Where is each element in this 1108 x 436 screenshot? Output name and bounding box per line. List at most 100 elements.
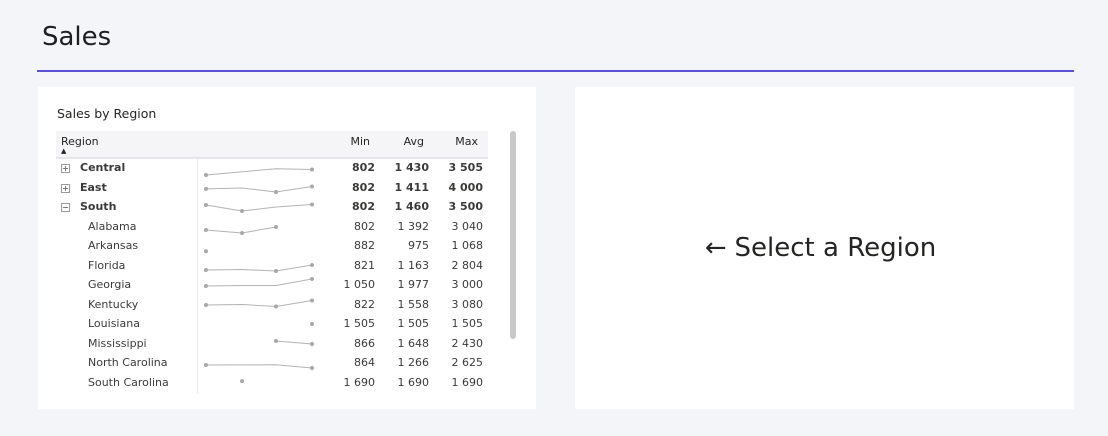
row-avg-value: 1 690	[397, 375, 430, 389]
row-sparkline	[204, 363, 314, 370]
column-header-max[interactable]: Max	[455, 135, 478, 148]
row-avg-value: 1 392	[397, 219, 430, 233]
row-sparkline	[274, 338, 314, 346]
sparkline-marker	[240, 230, 244, 235]
row-max-value: 3 000	[451, 278, 484, 291]
row-min-value: 821	[354, 258, 375, 272]
row-region-label: Arkansas	[88, 239, 139, 252]
sparkline-marker	[204, 249, 208, 254]
row-avg-value: 1 977	[397, 278, 430, 291]
row-sparkline	[204, 277, 314, 288]
expand-icon[interactable]	[61, 164, 70, 173]
sparkline-marker	[204, 173, 208, 177]
sort-ascending-icon: ▲	[61, 147, 67, 155]
row-avg-value: 1 460	[394, 200, 429, 213]
sparkline-marker	[204, 284, 208, 288]
row-sparkline	[204, 224, 278, 235]
row-region-label: Georgia	[88, 278, 132, 291]
sparkline-marker	[204, 203, 208, 207]
sparkline-marker	[204, 267, 208, 272]
sparkline-marker	[274, 268, 278, 273]
sparkline-marker	[240, 378, 244, 383]
row-max-value: 4 000	[448, 180, 483, 194]
row-sparkline	[204, 298, 314, 308]
table-row[interactable]: Georgia 1 050 1 977 3 000	[56, 276, 488, 296]
row-region-label: South	[80, 200, 117, 213]
row-region-label: East	[80, 180, 107, 194]
select-region-placeholder: ← Select a Region	[575, 87, 1074, 409]
column-header-avg[interactable]: Avg	[404, 135, 424, 148]
row-sparkline	[204, 184, 314, 194]
column-header-region[interactable]: Region	[61, 135, 99, 148]
page-title: Sales	[42, 22, 112, 52]
table-row[interactable]: Arkansas 882 975 1 068	[56, 237, 488, 257]
row-avg-value: 975	[408, 239, 429, 252]
sparkline-marker	[310, 366, 314, 370]
row-max-value: 1 690	[451, 375, 484, 389]
sparkline-marker	[204, 363, 208, 367]
row-min-value: 802	[354, 219, 375, 233]
table-row[interactable]: South Carolina 1 690 1 690 1 690	[56, 374, 488, 394]
row-min-value: 1 690	[343, 375, 376, 389]
sales-by-region-card[interactable]: Sales by Region Region ▲ Min Avg Max Cen…	[38, 87, 536, 409]
row-region-label: Mississippi	[88, 336, 147, 350]
sparkline-marker	[310, 262, 314, 267]
row-region-label: North Carolina	[88, 356, 168, 369]
sparkline-marker	[274, 304, 278, 308]
row-region-label: Alabama	[88, 219, 137, 233]
table-row[interactable]: South 802 1 460 3 500	[56, 198, 488, 218]
table-row[interactable]: Kentucky 822 1 558 3 080	[56, 296, 488, 316]
sparkline-marker	[310, 322, 314, 326]
title-rule	[37, 70, 1074, 72]
visual-title: Sales by Region	[57, 106, 157, 121]
sparkline-marker	[310, 277, 314, 281]
collapse-icon[interactable]	[61, 203, 70, 212]
row-region-label: Kentucky	[88, 297, 139, 311]
row-sparkline	[310, 322, 314, 326]
row-region-label: Florida	[88, 258, 126, 272]
row-sparkline	[204, 167, 314, 177]
row-min-value: 864	[354, 356, 375, 369]
row-max-value: 3 040	[451, 219, 484, 233]
table-row[interactable]: East 802 1 411 4 000	[56, 179, 488, 199]
table-row[interactable]: Alabama 802 1 392 3 040	[56, 218, 488, 238]
sparkline-marker	[274, 189, 278, 194]
row-max-value: 3 080	[451, 297, 484, 311]
row-avg-value: 1 430	[394, 161, 429, 174]
row-avg-value: 1 558	[397, 297, 430, 311]
sparkline-marker	[240, 209, 244, 213]
table-row[interactable]: Louisiana 1 505 1 505 1 505	[56, 315, 488, 335]
row-sparkline	[204, 262, 314, 273]
row-avg-value: 1 648	[397, 336, 430, 350]
row-sparkline	[240, 378, 244, 383]
row-avg-value: 1 266	[397, 356, 430, 369]
table-header: Region ▲ Min Avg Max	[56, 131, 488, 159]
sparkline-marker	[204, 186, 208, 191]
row-max-value: 2 430	[451, 336, 484, 350]
row-max-value: 1 505	[451, 317, 484, 330]
row-min-value: 822	[354, 297, 375, 311]
table-body: Central 802 1 430 3 505 East 802 1 411 4 000 Sou…	[56, 159, 488, 393]
row-max-value: 3 505	[448, 161, 483, 174]
sparkline-marker	[274, 224, 278, 229]
table-row[interactable]: Mississippi 866 1 648 2 430	[56, 335, 488, 355]
table-row[interactable]: North Carolina 864 1 266 2 625	[56, 354, 488, 374]
row-avg-value: 1 505	[397, 317, 430, 330]
vertical-scrollbar[interactable]	[510, 131, 516, 339]
column-header-min[interactable]: Min	[350, 135, 370, 148]
row-min-value: 802	[352, 161, 375, 174]
table-row[interactable]: Florida 821 1 163 2 804	[56, 257, 488, 277]
row-min-value: 1 050	[343, 278, 376, 291]
sparkline-marker	[310, 202, 314, 207]
sparkline-marker	[310, 184, 314, 188]
table-row[interactable]: Central 802 1 430 3 505	[56, 159, 488, 179]
expand-icon[interactable]	[61, 183, 70, 193]
row-sparkline	[204, 249, 208, 254]
row-min-value: 802	[352, 180, 375, 194]
row-region-label: Central	[80, 161, 126, 174]
row-avg-value: 1 411	[394, 180, 429, 194]
row-max-value: 2 804	[451, 258, 484, 272]
row-min-value: 882	[354, 239, 375, 252]
arrow-left-icon: ←	[704, 233, 727, 263]
row-min-value: 1 505	[343, 317, 376, 330]
